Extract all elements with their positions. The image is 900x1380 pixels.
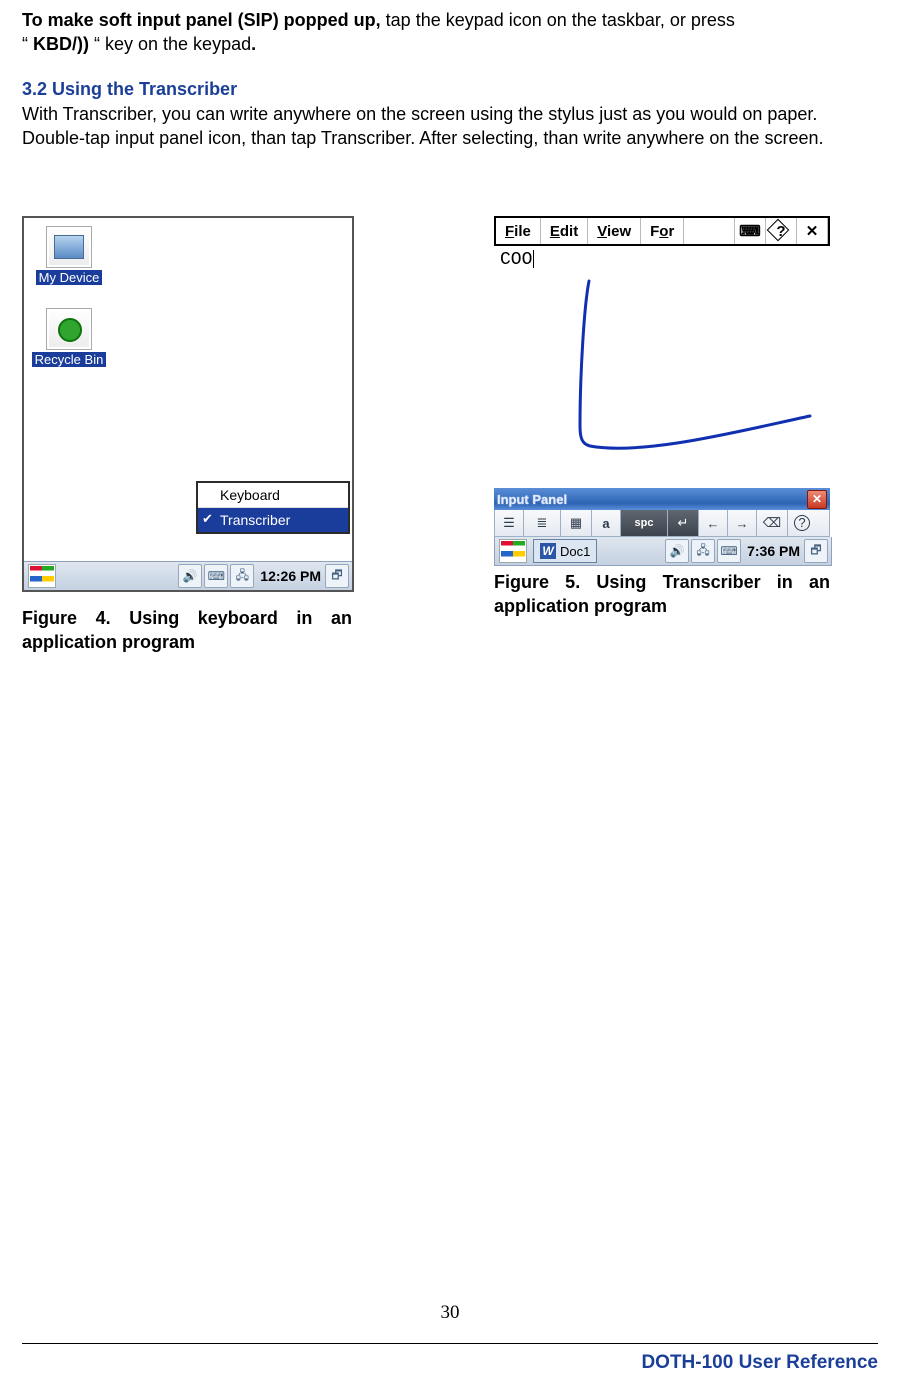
doc1-label: Doc1 (560, 544, 590, 559)
footer-rule (22, 1343, 878, 1344)
sip-selection-menu: Keyboard Transcriber (196, 481, 350, 534)
intro-line-2: “ KBD/)) “ key on the keypad. (22, 32, 878, 56)
taskbar-doc1-button[interactable]: W Doc1 (533, 539, 597, 563)
taskbar: W Doc1 7:36 PM (494, 537, 832, 566)
word-app-icon: W (540, 543, 556, 559)
menu-format[interactable]: For (641, 218, 684, 244)
recycle-icon (46, 308, 92, 350)
right-arrow-key-icon[interactable] (728, 510, 757, 536)
menu-edit[interactable]: Edit (541, 218, 588, 244)
sip-toolbar-icon[interactable] (735, 218, 766, 244)
clock[interactable]: 7:36 PM (747, 543, 800, 559)
start-button[interactable] (499, 539, 527, 563)
figure-4-screenshot: My Device Recycle Bin Keyboard Transcrib… (22, 216, 354, 592)
section-body: With Transcriber, you can write anywhere… (22, 102, 878, 151)
sip-menu-keyboard[interactable]: Keyboard (198, 483, 348, 508)
intro-rest1: tap the keypad icon on the taskbar, or p… (381, 10, 735, 30)
input-panel-titlebar[interactable]: Input Panel (494, 488, 830, 510)
enter-key-icon[interactable] (668, 510, 699, 536)
space-key[interactable]: spc (621, 510, 668, 536)
section-heading: 3.2 Using the Transcriber (22, 79, 878, 100)
input-panel-title: Input Panel (497, 492, 807, 507)
volume-tray-icon[interactable] (665, 539, 689, 563)
app-menubar: File Edit View For (494, 216, 830, 246)
network-tray-icon[interactable] (230, 564, 254, 588)
transcriber-help-icon[interactable] (788, 510, 816, 536)
handwriting-stroke (494, 246, 830, 488)
intro-line-1: To make soft input panel (SIP) popped up… (22, 8, 878, 32)
figure-4-caption: Figure 4. Using keyboard in an applicati… (22, 606, 352, 655)
my-device-icon[interactable]: My Device (30, 226, 108, 285)
computer-icon (46, 226, 92, 268)
writing-mode-icon[interactable] (524, 510, 561, 536)
taskbar: 12:26 PM (24, 561, 352, 590)
options-icon[interactable] (495, 510, 524, 536)
input-panel-close-icon[interactable] (807, 490, 827, 509)
network-tray-icon[interactable] (691, 539, 715, 563)
recycle-bin-icon[interactable]: Recycle Bin (30, 308, 108, 367)
menu-view[interactable]: View (588, 218, 641, 244)
figure-5-caption: Figure 5. Using Transcriber in an applic… (494, 570, 830, 619)
letter-shape-icon[interactable]: a (592, 510, 621, 536)
recycle-bin-label: Recycle Bin (32, 352, 107, 367)
clock[interactable]: 12:26 PM (260, 568, 321, 584)
backspace-key-icon[interactable] (757, 510, 788, 536)
menu-file[interactable]: File (496, 218, 541, 244)
figure-5-screenshot: File Edit View For COO (494, 216, 830, 566)
start-button[interactable] (28, 564, 56, 588)
footer-reference: DOTH-100 User Reference (641, 1352, 878, 1374)
sip-menu-transcriber[interactable]: Transcriber (198, 508, 348, 532)
page-number: 30 (0, 1302, 900, 1324)
input-panel: Input Panel a spc (494, 488, 830, 537)
close-toolbar-icon[interactable] (797, 218, 828, 244)
volume-tray-icon[interactable] (178, 564, 202, 588)
desktop-tray-icon[interactable] (804, 539, 828, 563)
sip-tray-icon[interactable] (717, 539, 741, 563)
desktop-tray-icon[interactable] (325, 564, 349, 588)
kbd-key: KBD/)) (33, 34, 94, 54)
left-arrow-key-icon[interactable] (699, 510, 728, 536)
my-device-label: My Device (36, 270, 103, 285)
document-canvas[interactable]: COO (494, 246, 830, 488)
keyboard-mode-icon[interactable] (561, 510, 592, 536)
sip-tray-icon[interactable] (204, 564, 228, 588)
transcriber-toolbar: a spc (494, 510, 830, 537)
help-toolbar-icon[interactable] (766, 218, 797, 244)
intro-bold: To make soft input panel (SIP) popped up… (22, 10, 381, 30)
